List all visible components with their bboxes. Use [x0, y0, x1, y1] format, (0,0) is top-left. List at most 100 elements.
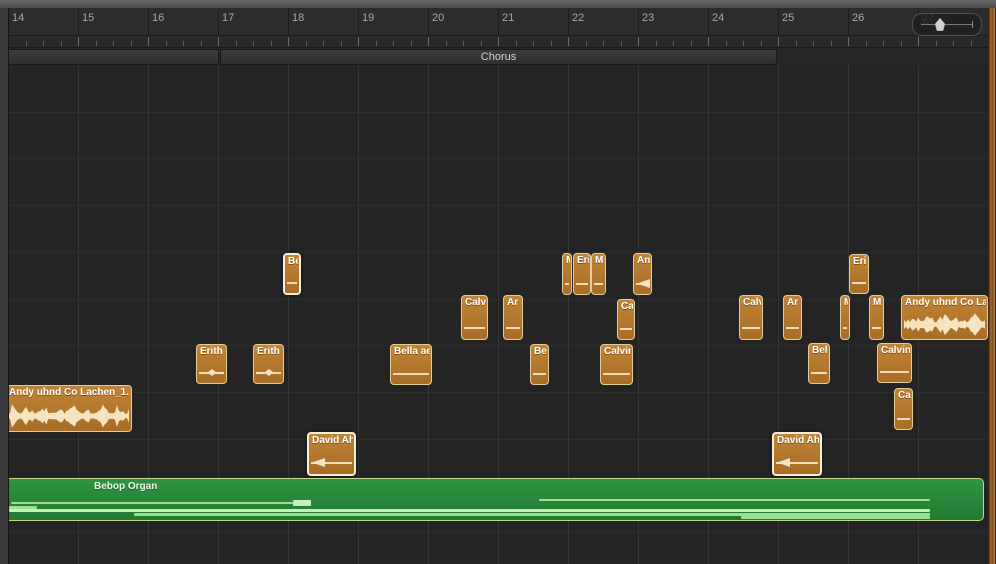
- track-divider: [0, 439, 996, 440]
- audio-clip-label: Bell: [812, 345, 828, 356]
- audio-clip-label: Erith: [200, 346, 225, 357]
- audio-clip[interactable]: Ar: [783, 295, 802, 340]
- audio-clip-label: Ar: [787, 297, 800, 308]
- bar-number: 23: [642, 12, 654, 24]
- waveform-transient-icon: [265, 369, 274, 376]
- audio-clip[interactable]: Calv: [739, 295, 763, 340]
- ruler-tick: [936, 41, 937, 46]
- audio-clip[interactable]: Erith: [196, 344, 227, 384]
- audio-clip[interactable]: Bell: [808, 343, 830, 384]
- bar-number: 24: [712, 12, 724, 24]
- audio-clip[interactable]: M: [562, 253, 572, 295]
- ruler-tick: [393, 41, 394, 46]
- ruler-tick: [498, 37, 499, 46]
- audio-clip-label: Ca: [898, 390, 911, 401]
- zoom-slider-rail: [921, 24, 973, 25]
- waveform-line: [897, 418, 910, 420]
- bar-separator: [78, 8, 79, 35]
- audio-clip-label: Erith: [257, 346, 282, 357]
- audio-clip[interactable]: Bella ae: [390, 344, 432, 385]
- ruler-tick: [131, 41, 132, 46]
- audio-clip[interactable]: Calvin: [600, 344, 633, 385]
- bar-number: 21: [502, 12, 514, 24]
- audio-clip[interactable]: Be: [283, 253, 301, 295]
- audio-clip[interactable]: Eri: [849, 254, 869, 294]
- audio-clip[interactable]: Erith: [253, 344, 284, 384]
- audio-clip[interactable]: Andy uhnd Co Lachen_1.: [5, 385, 132, 432]
- track-divider: [0, 252, 996, 253]
- waveform-line: [393, 373, 429, 375]
- audio-clip[interactable]: Ar: [503, 295, 523, 340]
- audio-clip-label: Calvin: [881, 345, 910, 356]
- ruler-tick: [866, 41, 867, 46]
- arrangement-marker[interactable]: [4, 49, 219, 65]
- zoom-slider[interactable]: ···: [912, 13, 982, 36]
- arrangement-marker-chorus[interactable]: Chorus: [220, 49, 777, 65]
- ruler-tick: [236, 41, 237, 46]
- waveform-line: [742, 327, 760, 329]
- ruler-tick: [323, 41, 324, 46]
- bar-number: 14: [12, 12, 24, 24]
- ruler-tick-row[interactable]: [0, 36, 996, 48]
- waveform-transient-icon: [208, 369, 217, 376]
- audio-clip[interactable]: David Ahe: [307, 432, 356, 476]
- bar-ruler[interactable]: 1415161718192021222324252627: [0, 8, 996, 36]
- ruler-tick: [603, 41, 604, 46]
- midi-note: [741, 516, 930, 519]
- ruler-tick: [271, 41, 272, 46]
- audio-clip-label: Calv: [465, 297, 486, 308]
- bar-separator: [778, 8, 779, 35]
- ruler-tick: [918, 37, 919, 46]
- ruler-tick: [621, 41, 622, 46]
- bar-separator: [288, 8, 289, 35]
- audio-clip-label: An: [637, 255, 650, 266]
- audio-clip[interactable]: M: [591, 253, 606, 295]
- waveform-line: [594, 283, 603, 285]
- audio-clip[interactable]: M: [869, 295, 884, 340]
- audio-clip[interactable]: Ca: [894, 388, 913, 430]
- ruler-tick: [778, 37, 779, 46]
- bar-number: 20: [432, 12, 444, 24]
- ruler-tick: [586, 41, 587, 46]
- midi-region[interactable]: Bebop Organ: [5, 478, 984, 521]
- audio-clip[interactable]: Ca: [617, 299, 635, 340]
- ruler-tick: [813, 41, 814, 46]
- waveform-line: [620, 328, 632, 330]
- waveform-transient-icon: [777, 458, 790, 467]
- midi-note: [9, 509, 930, 512]
- ruler-tick: [288, 37, 289, 46]
- waveform-transient-icon: [312, 458, 325, 467]
- midi-note: [539, 499, 930, 501]
- audio-clip[interactable]: David Ahe: [772, 432, 822, 476]
- audio-clip[interactable]: Andy uhnd Co La: [901, 295, 988, 340]
- audio-clip[interactable]: An: [633, 253, 652, 295]
- waveform-line: [464, 327, 485, 329]
- midi-note: [11, 502, 293, 504]
- ruler-tick: [568, 37, 569, 46]
- audio-clip[interactable]: M: [840, 295, 850, 340]
- bar-separator: [358, 8, 359, 35]
- audio-clip-label: M: [566, 255, 570, 266]
- ruler-tick: [673, 41, 674, 46]
- track-divider: [0, 532, 996, 533]
- audio-clip[interactable]: Calvin: [877, 343, 912, 383]
- ruler-tick: [883, 41, 884, 46]
- track-divider: [0, 158, 996, 159]
- audio-clip-label: M: [844, 297, 848, 308]
- audio-clip[interactable]: Bell: [530, 344, 549, 385]
- audio-clip[interactable]: Calv: [461, 295, 488, 340]
- audio-clip-label: Bella ae: [394, 346, 430, 357]
- bar-number: 19: [362, 12, 374, 24]
- waveform-icon: [904, 313, 985, 336]
- waveform-transient-icon: [637, 279, 650, 288]
- bar-separator: [638, 8, 639, 35]
- bar-separator: [708, 8, 709, 35]
- bar-number: 15: [82, 12, 94, 24]
- ruler-tick: [113, 41, 114, 46]
- waveform-icon: [8, 404, 129, 428]
- track-divider: [0, 112, 996, 113]
- audio-clip[interactable]: Eri: [573, 253, 591, 295]
- zoom-slider-thumb[interactable]: [935, 18, 945, 31]
- audio-clip-label: Calv: [743, 297, 761, 308]
- ruler-tick: [726, 41, 727, 46]
